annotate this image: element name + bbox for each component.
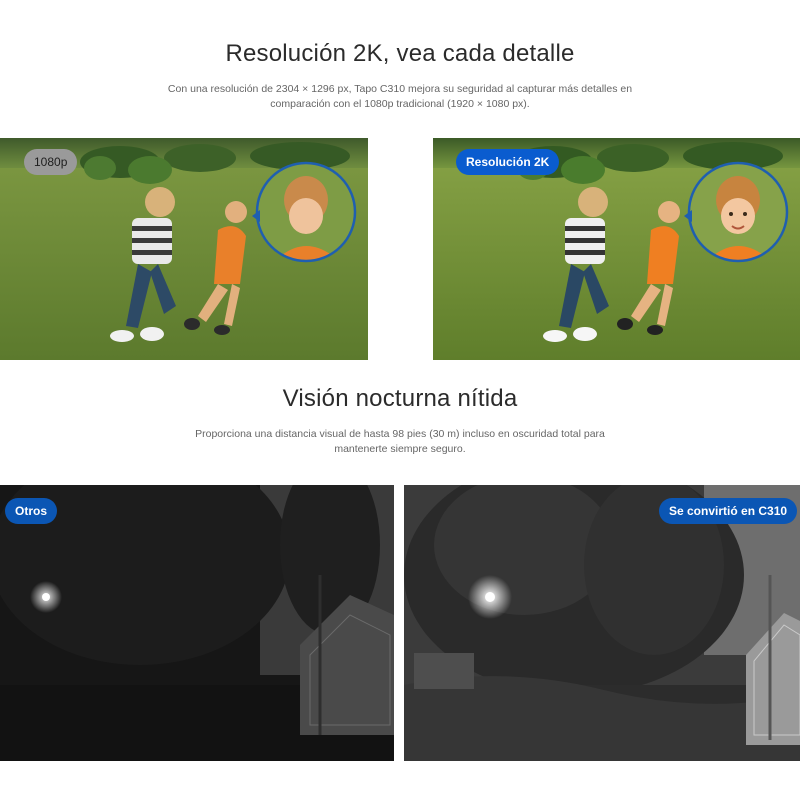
night-vision-subtitle-line-2: mantenerte siempre seguro.	[334, 443, 466, 455]
photo-night-c310	[404, 485, 800, 761]
badge-c310: Se convirtió en C310	[659, 498, 798, 524]
night-vision-subtitle-line-1: Proporciona una distancia visual de hast…	[195, 428, 605, 440]
resolution-subtitle-line-2: comparación con el 1080p tradicional (19…	[270, 98, 530, 110]
badge-1080p: 1080p	[24, 149, 78, 175]
night-vision-subtitle: Proporciona una distancia visual de hast…	[160, 427, 640, 457]
badge-others: Otros	[5, 498, 58, 524]
photo-night-others	[0, 485, 394, 761]
resolution-subtitle: Con una resolución de 2304 × 1296 px, Ta…	[160, 82, 640, 112]
night-vision-title: Visión nocturna nítida	[282, 385, 518, 412]
resolution-subtitle-line-1: Con una resolución de 2304 × 1296 px, Ta…	[167, 83, 633, 95]
resolution-title: Resolución 2K, vea cada detalle	[225, 40, 575, 67]
badge-2k: Resolución 2K	[456, 149, 560, 175]
